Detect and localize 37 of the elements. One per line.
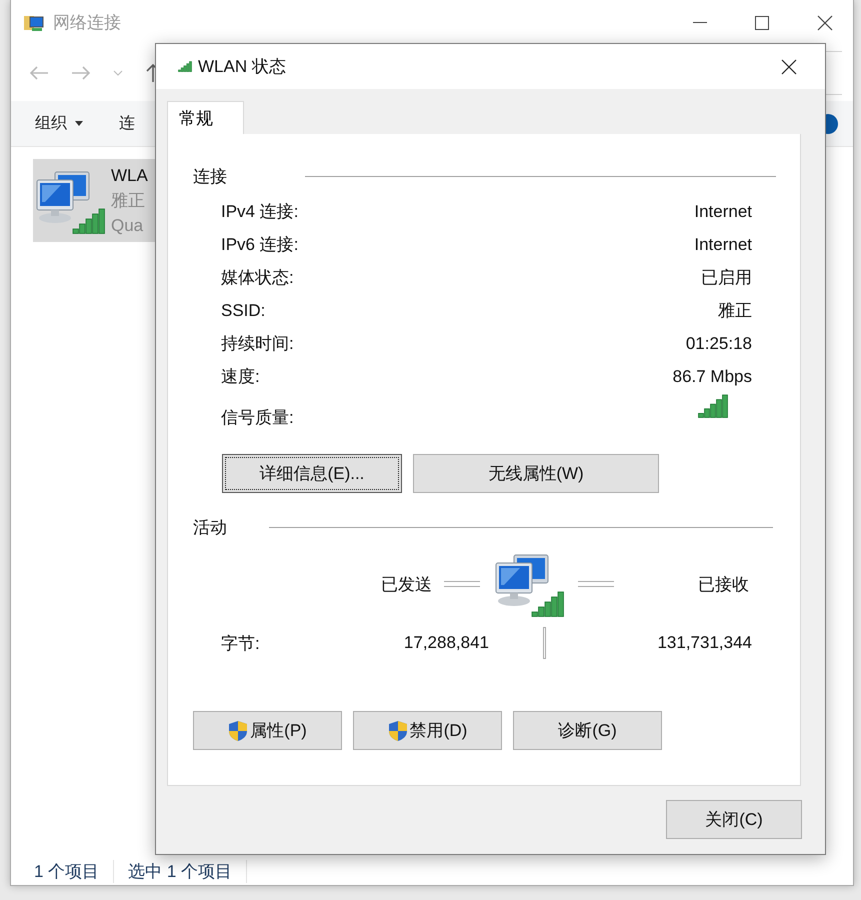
item-detail: 雅正 [111, 190, 146, 212]
item-detail: Qua [111, 215, 144, 237]
field-value: 雅正 [717, 300, 752, 322]
field-value: 已启用 [700, 267, 752, 289]
dialog-title: WLAN 状态 [198, 56, 286, 78]
close-button[interactable]: 关闭(C) [666, 800, 802, 839]
field-label: 速度: [221, 366, 261, 388]
section-heading: 连接 [193, 166, 227, 188]
status-text: 1 个项目 [34, 860, 114, 882]
sent-bytes: 17,288,841 [402, 633, 489, 653]
field-value: 86.7 Mbps [672, 366, 752, 388]
tab[interactable]: 常规 [167, 101, 244, 134]
received-bytes: 131,731,344 [657, 633, 752, 653]
sent-label: 已发送 [381, 574, 432, 596]
field-value: 01:25:18 [684, 333, 752, 355]
received-label: 已接收 [698, 574, 749, 596]
section-heading: 活动 [193, 516, 227, 538]
field-value: Internet [693, 201, 752, 223]
field-value: Internet [693, 234, 752, 256]
dialog-button[interactable]: 诊断(G) [513, 711, 662, 750]
field-label: 信号质量: [221, 407, 294, 429]
network-item[interactable]: WLA 雅正 Qua [33, 159, 158, 242]
dialog-button[interactable]: 禁用(D) [353, 711, 502, 750]
field-label: IPv6 连接: [221, 234, 300, 256]
field-label: 字节: [221, 632, 261, 654]
field-label: SSID: [221, 300, 266, 322]
field-label: 媒体状态: [221, 267, 295, 289]
toolbar-button[interactable]: 组织 [29, 109, 89, 138]
dialog-button[interactable]: 详细信息(E)... [222, 454, 402, 493]
field-label: 持续时间: [221, 333, 295, 355]
window-title: 网络连接 [53, 12, 121, 34]
toolbar-button[interactable]: 连 [113, 109, 141, 138]
status-text: 选中 1 个项目 [128, 860, 248, 882]
item-name: WLA [111, 165, 148, 187]
dialog-button[interactable]: 属性(P) [193, 711, 342, 750]
field-label: IPv4 连接: [221, 201, 300, 223]
dialog-button[interactable]: 无线属性(W) [413, 454, 659, 493]
